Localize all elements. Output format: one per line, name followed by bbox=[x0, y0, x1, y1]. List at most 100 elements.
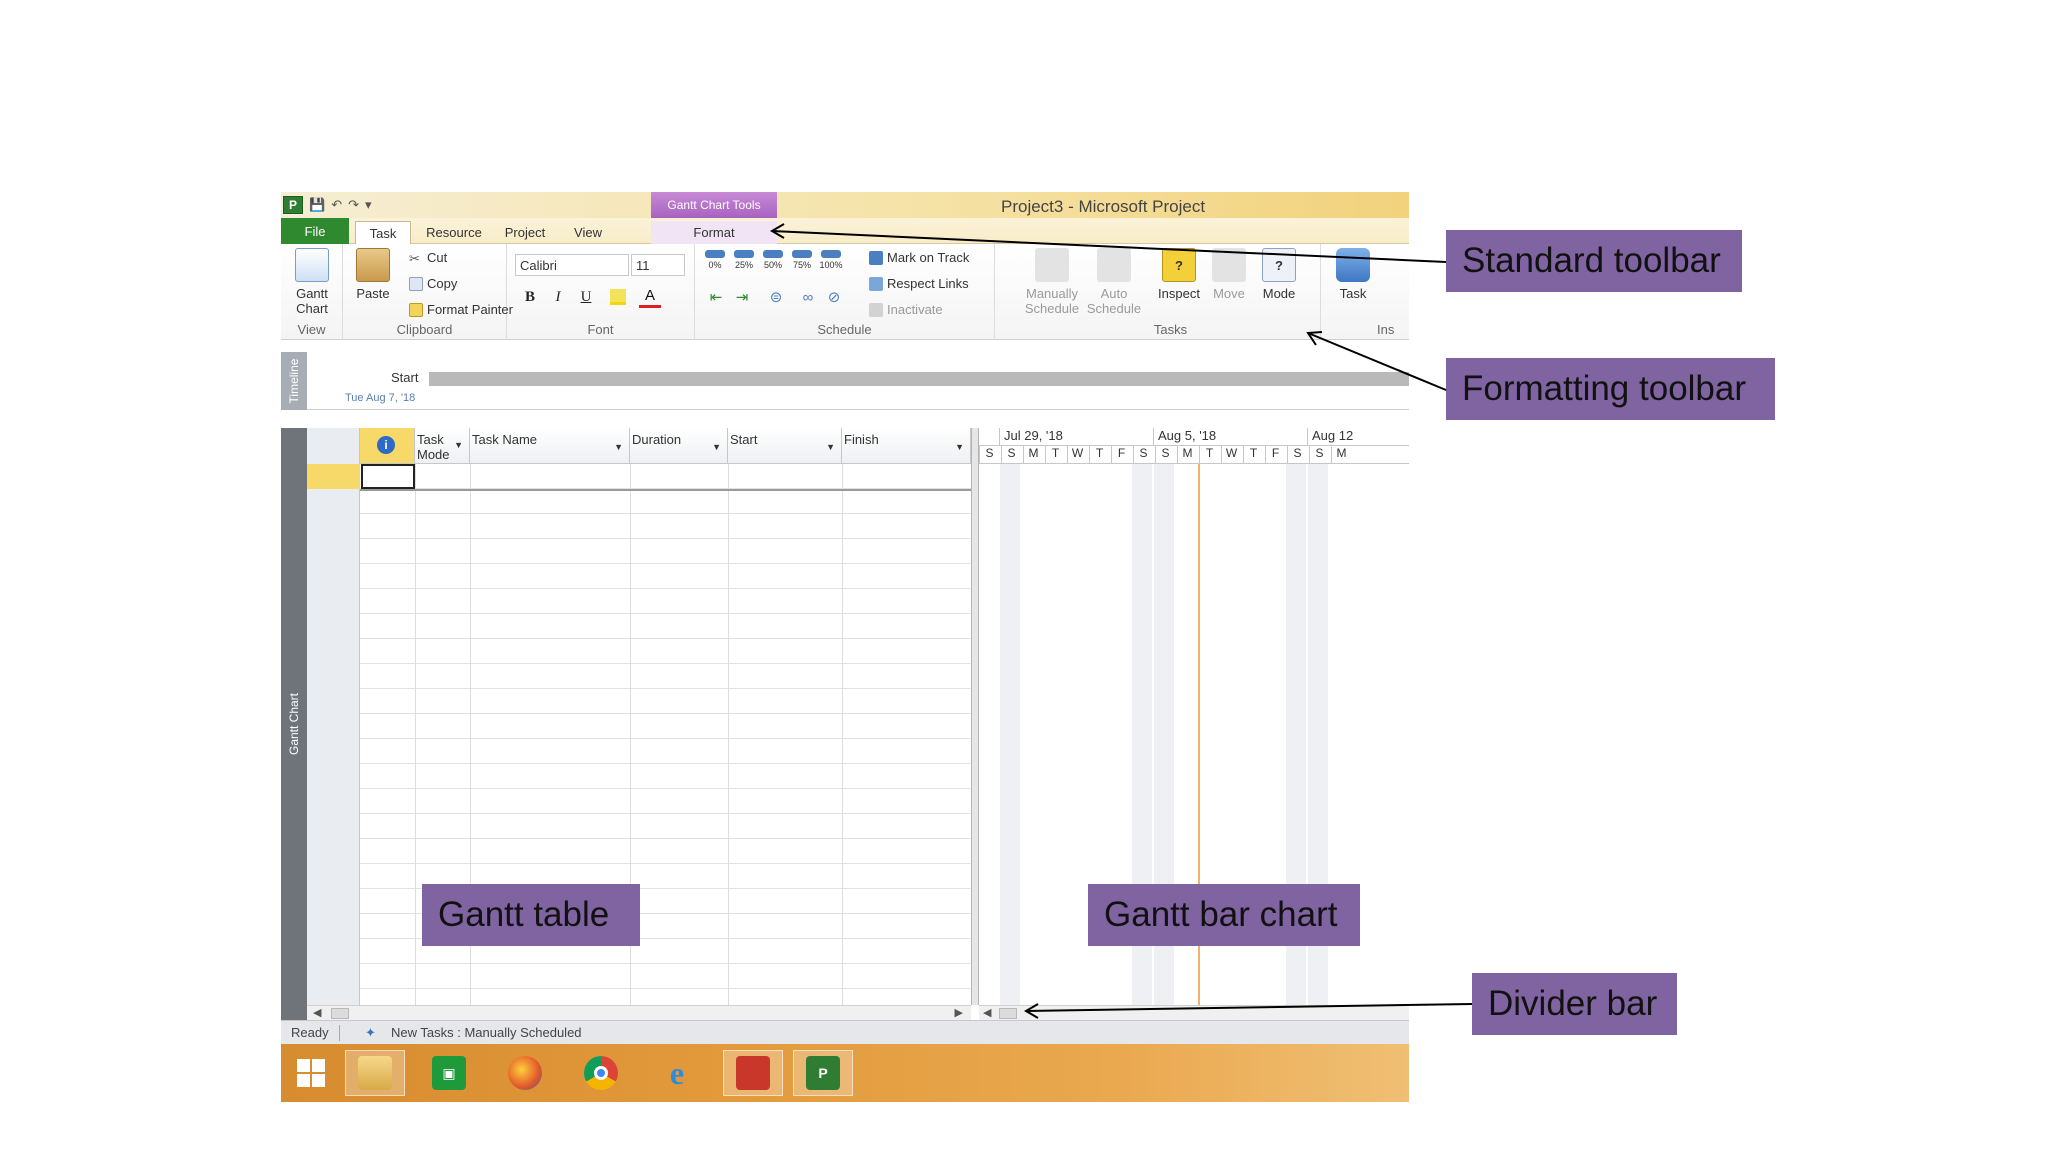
customize-qat-icon[interactable]: ▾ bbox=[365, 197, 372, 213]
timeline-start-label: Start bbox=[391, 370, 419, 385]
move-button[interactable]: Move bbox=[1201, 248, 1257, 301]
scroll-left-icon[interactable]: ◀ bbox=[313, 1006, 321, 1019]
bold-button[interactable]: B bbox=[519, 286, 541, 308]
group-label-tasks: Tasks bbox=[1153, 322, 1188, 337]
timescale-weeks: Jul 29, '18 Aug 5, '18 Aug 12 bbox=[979, 428, 1409, 446]
scroll-thumb[interactable] bbox=[999, 1008, 1017, 1019]
redo-icon[interactable]: ↷ bbox=[348, 197, 359, 213]
dropdown-arrow-icon[interactable]: ▼ bbox=[955, 440, 964, 455]
insert-task-button[interactable]: Task bbox=[1325, 248, 1381, 301]
font-size-select[interactable]: 11 bbox=[631, 254, 685, 276]
highlight-icon bbox=[610, 289, 626, 305]
italic-button[interactable]: I bbox=[547, 286, 569, 308]
duration-label: Duration bbox=[632, 432, 682, 447]
divider-bar[interactable] bbox=[971, 428, 979, 1005]
taskbar-firefox[interactable] bbox=[495, 1050, 555, 1096]
column-header-duration[interactable]: Duration ▼ bbox=[630, 428, 728, 464]
undo-icon[interactable]: ↶ bbox=[331, 197, 342, 213]
selected-row-header[interactable] bbox=[307, 464, 360, 489]
mode-button[interactable]: ? Mode bbox=[1251, 248, 1307, 301]
timeline-pane[interactable]: Start Tue Aug 7, '18 bbox=[307, 352, 1409, 410]
percent-25-label: 25% bbox=[734, 260, 753, 270]
week-label: Aug 12 bbox=[1307, 428, 1409, 446]
chrome-center-icon bbox=[594, 1066, 608, 1080]
mark-on-track-button[interactable]: Mark on Track bbox=[869, 250, 969, 265]
progress-0-icon bbox=[705, 250, 725, 258]
start-button[interactable] bbox=[281, 1050, 341, 1096]
inactivate-label: Inactivate bbox=[887, 302, 943, 317]
scroll-thumb[interactable] bbox=[331, 1008, 349, 1019]
dropdown-arrow-icon[interactable]: ▼ bbox=[826, 440, 835, 455]
column-header-start[interactable]: Start ▼ bbox=[728, 428, 842, 464]
task-name-label: Task Name bbox=[472, 432, 538, 447]
pushpin-icon bbox=[1035, 248, 1069, 282]
cut-button[interactable]: ✂ Cut bbox=[409, 250, 447, 266]
auto-schedule-button[interactable]: Auto Schedule bbox=[1083, 248, 1145, 316]
format-painter-icon bbox=[409, 302, 423, 317]
copy-button[interactable]: Copy bbox=[409, 276, 457, 291]
outdent-icon[interactable]: ⇤ bbox=[705, 286, 727, 308]
percent-complete-75[interactable]: 75% bbox=[790, 250, 814, 276]
taskbar-ms-project[interactable]: P bbox=[793, 1050, 853, 1096]
manually-schedule-button[interactable]: Manually Schedule bbox=[1021, 248, 1083, 316]
percent-complete-100[interactable]: 100% bbox=[819, 250, 843, 276]
tab-view[interactable]: View bbox=[561, 221, 615, 244]
day-label: T bbox=[1089, 446, 1109, 464]
dropdown-arrow-icon[interactable]: ▼ bbox=[614, 440, 623, 455]
mark-on-track-icon bbox=[869, 250, 883, 265]
column-header-task-mode[interactable]: Task Mode ▼ bbox=[415, 428, 470, 464]
day-label: T bbox=[1199, 446, 1219, 464]
save-icon[interactable]: 💾 bbox=[309, 197, 325, 213]
taskbar-chrome[interactable] bbox=[571, 1050, 631, 1096]
taskbar-internet-explorer[interactable]: e bbox=[647, 1050, 707, 1096]
dropdown-arrow-icon[interactable]: ▼ bbox=[454, 438, 463, 453]
percent-complete-0[interactable]: 0% bbox=[703, 250, 727, 276]
scroll-right-icon[interactable]: ▶ bbox=[955, 1006, 963, 1019]
auto-label-2: Schedule bbox=[1086, 301, 1142, 316]
percent-complete-25[interactable]: 25% bbox=[732, 250, 756, 276]
scissors-icon: ✂ bbox=[409, 250, 420, 266]
font-name-select[interactable]: Calibri bbox=[515, 254, 629, 276]
dropdown-arrow-icon[interactable]: ▼ bbox=[712, 440, 721, 455]
day-label: M bbox=[1023, 446, 1043, 464]
highlight-color-button[interactable] bbox=[607, 286, 629, 308]
gantt-chart-button[interactable]: Gantt Chart bbox=[284, 248, 340, 316]
format-painter-button[interactable]: Format Painter bbox=[409, 302, 513, 317]
active-cell[interactable] bbox=[361, 464, 415, 489]
tab-task[interactable]: Task bbox=[355, 221, 411, 244]
start-label: Start bbox=[730, 432, 758, 447]
tab-resource[interactable]: Resource bbox=[419, 221, 489, 244]
indent-icon[interactable]: ⇥ bbox=[731, 286, 753, 308]
table-horizontal-scrollbar[interactable]: ◀ ▶ bbox=[307, 1005, 971, 1020]
column-header-task-name[interactable]: Task Name ▼ bbox=[470, 428, 630, 464]
paste-button[interactable]: Paste bbox=[345, 248, 401, 301]
group-label-view: View bbox=[297, 322, 326, 337]
timeline-side-tab[interactable]: Timeline bbox=[281, 352, 307, 410]
chart-horizontal-scrollbar[interactable]: ◀ bbox=[979, 1005, 1409, 1020]
split-task-icon[interactable]: ⊜ bbox=[765, 286, 787, 308]
indicators-column-header[interactable]: i bbox=[360, 428, 415, 464]
percent-complete-50[interactable]: 50% bbox=[761, 250, 785, 276]
gantt-chart-side-tab[interactable]: Gantt Chart bbox=[281, 428, 307, 1020]
unlink-tasks-icon[interactable]: ⊘ bbox=[823, 286, 845, 308]
quick-access-toolbar: P 💾 ↶ ↷ ▾ bbox=[283, 196, 372, 214]
tab-project[interactable]: Project bbox=[497, 221, 553, 244]
link-tasks-icon[interactable]: ∞ bbox=[797, 286, 819, 308]
status-new-tasks[interactable]: New Tasks : Manually Scheduled bbox=[391, 1025, 582, 1040]
taskbar-pdf-app[interactable] bbox=[723, 1050, 783, 1096]
group-insert: Task Ins bbox=[1321, 244, 1409, 340]
taskbar-file-explorer[interactable] bbox=[345, 1050, 405, 1096]
status-bar: Ready ✦ New Tasks : Manually Scheduled bbox=[281, 1020, 1409, 1044]
taskbar-store[interactable]: ▣ bbox=[419, 1050, 479, 1096]
column-header-finish[interactable]: Finish ▼ bbox=[842, 428, 971, 464]
inactivate-button[interactable]: Inactivate bbox=[869, 302, 943, 317]
respect-links-button[interactable]: Respect Links bbox=[869, 276, 969, 291]
scroll-left-icon[interactable]: ◀ bbox=[983, 1006, 991, 1019]
inspect-button[interactable]: ? Inspect bbox=[1151, 248, 1207, 301]
tab-file[interactable]: File bbox=[281, 218, 349, 244]
tab-format[interactable]: Format bbox=[651, 221, 777, 244]
week-label: Jul 29, '18 bbox=[999, 428, 1153, 446]
underline-button[interactable]: U bbox=[575, 286, 597, 308]
project-logo-icon: P bbox=[283, 196, 303, 214]
font-color-button[interactable]: A bbox=[639, 286, 661, 308]
